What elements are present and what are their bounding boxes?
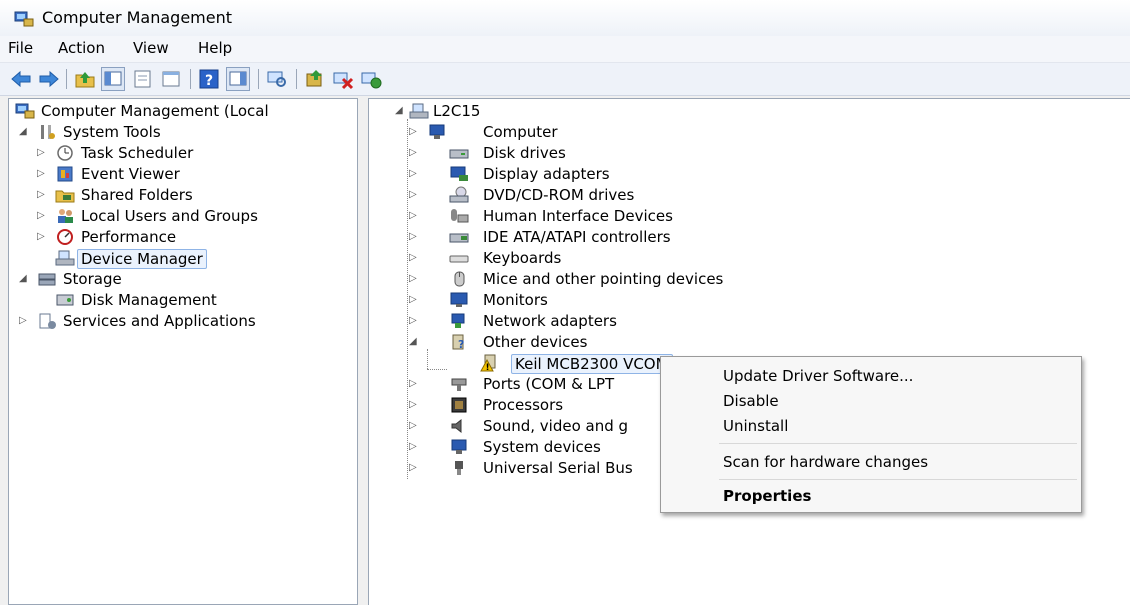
expand-arrow-icon[interactable]: ▷ xyxy=(409,273,419,284)
expand-arrow-icon[interactable]: ▷ xyxy=(409,168,419,179)
hid-icon xyxy=(451,209,469,223)
title-bar: Computer Management xyxy=(0,0,1130,36)
properties-sheet-icon[interactable] xyxy=(132,68,154,90)
monitor-icon xyxy=(450,292,468,307)
menu-file[interactable]: File xyxy=(8,39,33,57)
warning-device-icon: ! xyxy=(480,354,496,372)
toolbar-separator xyxy=(66,69,67,89)
performance-icon xyxy=(57,229,73,245)
back-arrow-icon[interactable] xyxy=(10,68,32,90)
usb-icon xyxy=(455,461,463,475)
expand-arrow-icon[interactable]: ▷ xyxy=(37,210,47,221)
enable-device-icon[interactable] xyxy=(360,68,382,90)
expand-arrow-icon[interactable]: ▷ xyxy=(37,189,47,200)
action-pane-icon xyxy=(229,71,247,86)
collapse-arrow-icon[interactable]: ◢ xyxy=(19,273,29,284)
update-driver-icon[interactable] xyxy=(304,68,326,90)
menu-separator xyxy=(719,479,1077,480)
tree-connector-line xyxy=(407,119,408,479)
menu-item-update-driver[interactable]: Update Driver Software... xyxy=(723,367,913,385)
collapse-arrow-icon[interactable]: ◢ xyxy=(395,105,405,116)
uninstall-device-icon[interactable] xyxy=(332,68,354,90)
expand-arrow-icon[interactable]: ▷ xyxy=(409,294,419,305)
menu-item-scan-hardware[interactable]: Scan for hardware changes xyxy=(723,453,928,471)
expand-arrow-icon[interactable]: ▷ xyxy=(409,462,419,473)
expand-arrow-icon[interactable]: ▷ xyxy=(37,147,47,158)
disk-drive-icon xyxy=(449,149,469,159)
expand-arrow-icon[interactable]: ▷ xyxy=(409,189,419,200)
show-hide-console-tree-button[interactable] xyxy=(101,67,125,91)
users-icon xyxy=(58,209,73,223)
computer-management-icon xyxy=(15,103,35,119)
expand-arrow-icon[interactable]: ▷ xyxy=(409,441,419,452)
collapse-arrow-icon[interactable]: ◢ xyxy=(19,126,29,137)
clock-icon xyxy=(57,145,73,161)
expand-arrow-icon[interactable]: ▷ xyxy=(409,210,419,221)
menu-item-properties[interactable]: Properties xyxy=(723,487,811,505)
tree-connector-line xyxy=(427,349,428,369)
port-icon xyxy=(451,378,467,391)
ide-controller-icon xyxy=(449,233,469,243)
processor-icon xyxy=(451,397,467,413)
scan-hardware-icon[interactable] xyxy=(266,68,288,90)
system-device-icon xyxy=(451,439,467,454)
toolbar: ? xyxy=(0,63,1130,96)
menu-bar: File Action View Help xyxy=(0,36,1130,63)
menu-item-uninstall[interactable]: Uninstall xyxy=(723,417,788,435)
keil-vcom-label: Keil MCB2300 VCOM xyxy=(511,354,673,374)
expand-arrow-icon[interactable]: ▷ xyxy=(19,315,29,326)
monitor-icon xyxy=(429,124,445,139)
services-icon xyxy=(39,313,56,329)
toolbar-separator xyxy=(296,69,297,89)
storage-icon xyxy=(38,273,56,286)
device-tree-pane: ◢ L2C15 ▷ Computer ▷ Disk drives ▷ Displ… xyxy=(368,98,1130,605)
forward-arrow-icon[interactable] xyxy=(38,68,60,90)
window-title: Computer Management xyxy=(42,8,233,27)
help-icon[interactable]: ? xyxy=(198,68,220,90)
expand-arrow-icon[interactable]: ▷ xyxy=(409,252,419,263)
toolbar-separator xyxy=(258,69,259,89)
keyboard-icon xyxy=(449,255,469,263)
menu-separator xyxy=(719,443,1077,444)
menu-action[interactable]: Action xyxy=(58,39,105,57)
show-hide-action-pane-button[interactable] xyxy=(226,67,250,91)
svg-text:?: ? xyxy=(205,73,213,89)
menu-help[interactable]: Help xyxy=(198,39,232,57)
computer-management-icon xyxy=(14,11,34,27)
expand-arrow-icon[interactable]: ▷ xyxy=(37,231,47,242)
console-tree-pane: Computer Management (Local ◢ System Tool… xyxy=(8,98,358,605)
expand-arrow-icon[interactable]: ▷ xyxy=(409,420,419,431)
svg-text:?: ? xyxy=(458,338,464,351)
expand-arrow-icon[interactable]: ▷ xyxy=(409,147,419,158)
svg-text:!: ! xyxy=(486,363,490,372)
up-folder-icon[interactable] xyxy=(74,68,96,90)
computer-icon xyxy=(409,103,429,119)
expand-arrow-icon[interactable]: ▷ xyxy=(409,399,419,410)
toolbar-separator xyxy=(190,69,191,89)
export-list-icon[interactable] xyxy=(160,68,182,90)
expand-arrow-icon[interactable]: ▷ xyxy=(409,231,419,242)
expand-arrow-icon[interactable]: ▷ xyxy=(37,168,47,179)
dvd-drive-icon xyxy=(449,186,469,203)
network-adapter-icon xyxy=(451,313,465,328)
expand-arrow-icon[interactable]: ▷ xyxy=(409,315,419,326)
tools-icon xyxy=(41,125,55,139)
speaker-icon xyxy=(451,418,462,434)
menu-item-disable[interactable]: Disable xyxy=(723,392,779,410)
device-manager-label: Device Manager xyxy=(77,249,207,269)
device-manager-icon xyxy=(55,250,75,266)
expand-arrow-icon[interactable]: ▷ xyxy=(409,126,419,137)
shared-folder-icon xyxy=(55,190,75,203)
display-adapter-icon xyxy=(450,166,468,181)
collapse-arrow-icon[interactable]: ◢ xyxy=(409,336,419,347)
mouse-icon xyxy=(454,271,465,287)
expand-arrow-icon[interactable]: ▷ xyxy=(409,378,419,389)
menu-view[interactable]: View xyxy=(133,39,169,57)
tree-connector-line xyxy=(427,369,447,370)
console-tree-icon xyxy=(104,71,122,86)
context-menu: Update Driver Software... Disable Uninst… xyxy=(660,356,1082,513)
event-viewer-icon xyxy=(57,166,73,182)
disk-management-icon xyxy=(56,294,74,306)
unknown-device-icon: ? xyxy=(452,334,464,351)
